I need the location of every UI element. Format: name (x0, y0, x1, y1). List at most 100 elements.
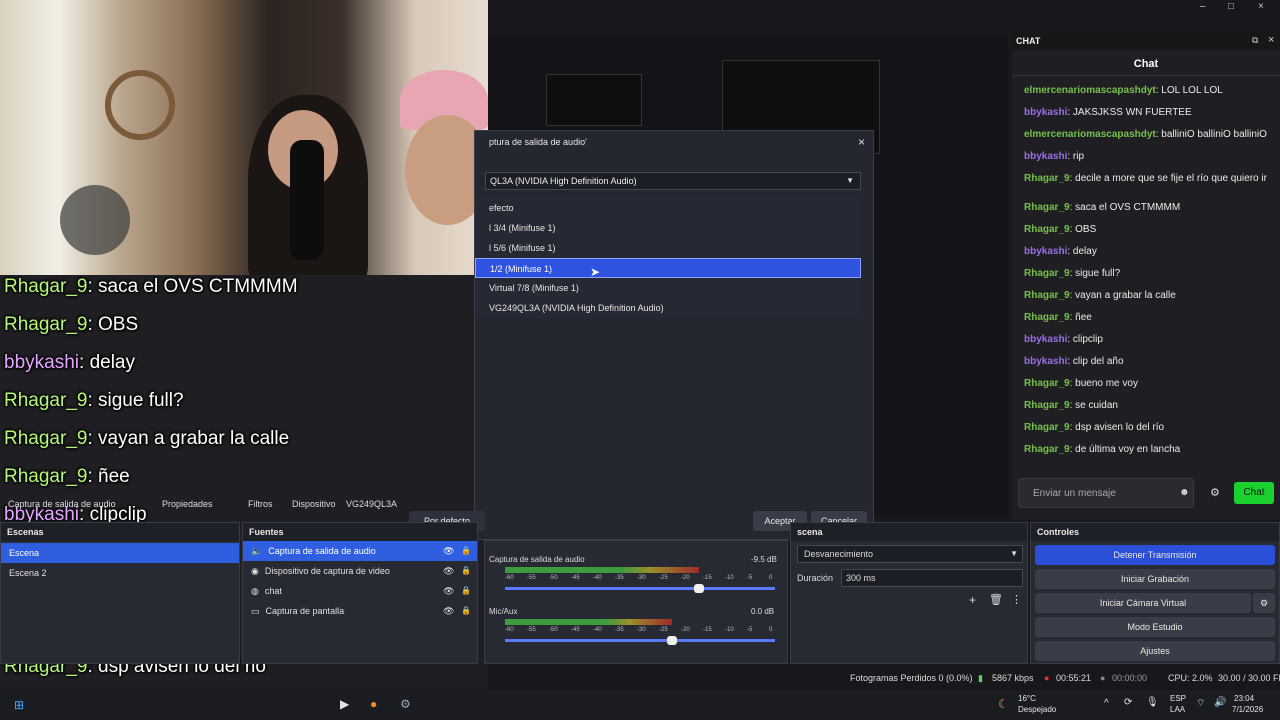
overlay-chat-line: Rhagar_9: saca el OVS CTMMMM (4, 276, 298, 297)
chat-username[interactable]: bbykashi (1024, 246, 1067, 257)
device-value[interactable]: VG249QL3A (346, 499, 397, 509)
chat-username[interactable]: bbykashi (1024, 334, 1067, 345)
source-item[interactable]: 🔈 Captura de salida de audio 👁 🔒 (243, 541, 477, 561)
network-icon[interactable]: ⟳ (1124, 697, 1132, 708)
undock-icon[interactable]: ⧉ (1252, 35, 1258, 46)
lock-icon[interactable]: 🔒 (461, 581, 471, 601)
trash-icon[interactable]: 🗑 (989, 593, 1003, 606)
visibility-eye-icon[interactable]: 👁 (443, 581, 454, 601)
chat-text: LOL LOL LOL (1161, 85, 1223, 96)
lang-top[interactable]: ESP (1170, 694, 1186, 703)
visibility-eye-icon[interactable]: 👁 (443, 561, 454, 581)
overlay-chat-text: sigue full? (98, 390, 184, 411)
scene-item[interactable]: Escena (1, 543, 239, 563)
device-option[interactable]: Virtual 7/8 (Minifuse 1) (475, 278, 861, 298)
chat-settings-gear-icon[interactable]: ⚙ (1210, 486, 1220, 499)
meter-scale-label: -55 (527, 627, 536, 633)
clock-date[interactable]: 7/1/2026 (1232, 705, 1263, 714)
settings-app-icon[interactable]: ⚙ (400, 697, 411, 711)
scene-item[interactable]: Escena 2 (1, 563, 239, 583)
source-item[interactable]: ◍ chat 👁 🔒 (243, 581, 477, 601)
chat-text: vayan a grabar la calle (1075, 290, 1176, 301)
lock-icon[interactable]: 🔒 (461, 541, 471, 561)
clock-time[interactable]: 23:04 (1234, 694, 1254, 703)
chat-text: clip del año (1072, 356, 1124, 367)
volume-slider-handle[interactable] (694, 584, 704, 593)
app-icon[interactable]: ● (370, 697, 377, 711)
chat-input[interactable]: Enviar un mensaje ☻ (1018, 478, 1194, 508)
studio-mode-button[interactable]: Modo Estudio (1035, 617, 1275, 637)
volume-slider[interactable] (505, 587, 775, 590)
source-item-label: Dispositivo de captura de video (264, 566, 390, 576)
chat-message: Rhagar_9: decile a more que se fije el r… (1024, 173, 1267, 184)
play-icon[interactable]: ▶ (340, 697, 349, 711)
emote-icon[interactable]: ☻ (1179, 487, 1190, 498)
transition-select[interactable]: Desvanecimiento ▼ (797, 545, 1023, 563)
mouse-cursor-icon: ➤ (590, 265, 601, 279)
chat-send-button[interactable]: Chat (1234, 482, 1274, 504)
chat-username[interactable]: elmercenariomascapashdyt (1024, 85, 1156, 96)
lang-bottom[interactable]: LAA (1170, 705, 1185, 714)
chat-username[interactable]: Rhagar_9 (1024, 312, 1070, 323)
live-time: 00:55:21 (1056, 673, 1092, 683)
chat-username[interactable]: Rhagar_9 (1024, 224, 1070, 235)
lock-icon[interactable]: 🔒 (461, 601, 471, 621)
chat-username[interactable]: Rhagar_9 (1024, 400, 1070, 411)
start-recording-button[interactable]: Iniciar Grabación (1035, 569, 1275, 589)
device-option[interactable]: efecto (475, 198, 861, 218)
device-option[interactable]: VG249QL3A (NVIDIA High Definition Audio) (475, 298, 861, 318)
stop-stream-button[interactable]: Detener Transmisión (1035, 545, 1275, 565)
chat-username[interactable]: bbykashi (1024, 151, 1067, 162)
minimize-icon[interactable]: – (1200, 2, 1206, 12)
source-item[interactable]: ◉ Dispositivo de captura de video 👁 🔒 (243, 561, 477, 581)
chat-username[interactable]: Rhagar_9 (1024, 290, 1070, 301)
chat-username[interactable]: Rhagar_9 (1024, 268, 1070, 279)
mixer-track-name: Mic/Aux (489, 607, 518, 616)
meter-scale-label: -20 (681, 575, 690, 581)
meter-scale-label: -10 (725, 575, 734, 581)
chat-message: Rhagar_9: dsp avisen lo del río (1024, 422, 1165, 433)
add-icon[interactable]: + (969, 593, 976, 607)
overlay-chat-user: Rhagar_9 (4, 314, 88, 335)
chat-dock-close-icon[interactable]: × (1268, 34, 1274, 46)
visibility-eye-icon[interactable]: 👁 (443, 601, 454, 621)
chat-username[interactable]: Rhagar_9 (1024, 378, 1070, 389)
close-icon[interactable]: × (1258, 2, 1264, 12)
more-icon[interactable]: ⋮ (1011, 593, 1022, 606)
filters-button[interactable]: Filtros (248, 499, 273, 509)
wifi-icon[interactable]: ⌔ (1196, 697, 1205, 710)
maximize-icon[interactable]: □ (1228, 2, 1234, 12)
chat-username[interactable]: Rhagar_9 (1024, 202, 1070, 213)
visibility-eye-icon[interactable]: 👁 (443, 541, 454, 561)
overlay-chat-user: Rhagar_9 (4, 276, 88, 297)
device-option[interactable]: l 5/6 (Minifuse 1) (475, 238, 861, 258)
device-option[interactable]: 1/2 (Minifuse 1) (475, 258, 861, 278)
start-virtual-camera-button[interactable]: Iniciar Cámara Virtual (1035, 593, 1251, 613)
chat-message: bbykashi: JAKSJKSS WN FUERTEE (1024, 107, 1192, 118)
dialog-close-icon[interactable]: × (858, 135, 865, 149)
volume-slider[interactable] (505, 639, 775, 642)
meter-scale-label: -5 (747, 627, 753, 633)
device-option[interactable]: l 3/4 (Minifuse 1) (475, 218, 861, 238)
chat-text: ñee (1075, 312, 1092, 323)
chat-username[interactable]: Rhagar_9 (1024, 444, 1070, 455)
source-item[interactable]: ▭ Captura de pantalla 👁 🔒 (243, 601, 477, 621)
chat-username[interactable]: Rhagar_9 (1024, 422, 1070, 433)
device-select[interactable]: QL3A (NVIDIA High Definition Audio) ▼ (485, 172, 861, 190)
properties-button[interactable]: Propiedades (162, 499, 213, 509)
chat-username[interactable]: bbykashi (1024, 356, 1067, 367)
settings-button[interactable]: Ajustes (1035, 641, 1275, 661)
volume-icon[interactable]: 🔊 (1214, 697, 1226, 708)
chat-username[interactable]: Rhagar_9 (1024, 173, 1070, 184)
start-icon[interactable]: ⊞ (14, 698, 24, 712)
lock-icon[interactable]: 🔒 (461, 561, 471, 581)
virtual-camera-gear-icon[interactable]: ⚙ (1253, 593, 1275, 613)
chat-message: Rhagar_9: se cuidan (1024, 400, 1118, 411)
volume-slider-handle[interactable] (667, 636, 677, 645)
chat-username[interactable]: elmercenariomascapashdyt (1024, 129, 1156, 140)
duration-input[interactable]: 300 ms (841, 569, 1023, 587)
tray-chevron-icon[interactable]: ^ (1104, 698, 1109, 709)
overlay-chat-line: bbykashi: delay (4, 352, 135, 373)
chat-username[interactable]: bbykashi (1024, 107, 1067, 118)
mic-icon[interactable]: 🎙 (1146, 697, 1159, 708)
